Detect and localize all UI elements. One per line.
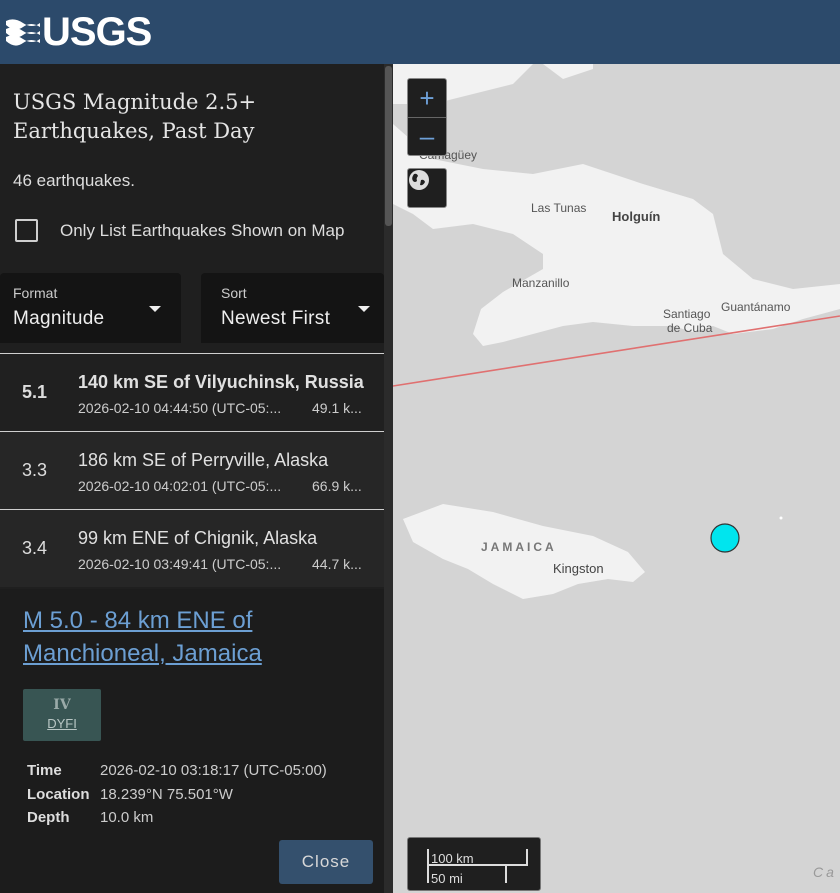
map-label-santiago: Santiago xyxy=(663,307,711,321)
map-label-de-cuba: de Cuba xyxy=(667,321,713,335)
eq-place: 99 km ENE of Chignik, Alaska xyxy=(78,528,318,548)
event-popup: M 5.0 - 84 km ENE of Manchioneal, Jamaic… xyxy=(0,589,384,893)
map-view[interactable]: Camagüey Las Tunas Holguín Manzanillo Sa… xyxy=(393,64,840,893)
only-list-toggle[interactable]: Only List Earthquakes Shown on Map xyxy=(15,219,344,242)
format-select-label: Format xyxy=(13,285,58,301)
eq-magnitude: 5.1 xyxy=(22,382,48,402)
detail-value: 10.0 km xyxy=(100,809,154,827)
eq-depth: 44.7 k... xyxy=(312,556,362,572)
usgs-logo[interactable]: USGS xyxy=(6,10,152,54)
map-land xyxy=(393,64,840,599)
list-item[interactable]: 3.4 99 km ENE of Chignik, Alaska 2026-02… xyxy=(0,509,384,587)
detail-row-location: Location 18.239°N 75.501°W xyxy=(27,783,367,807)
map-label-las-tunas: Las Tunas xyxy=(531,201,587,215)
map-label-kingston: Kingston xyxy=(553,561,604,576)
earthquake-list: 5.1 140 km SE of Vilyuchinsk, Russia 202… xyxy=(0,353,384,587)
scale-mi-label: 50 mi xyxy=(431,871,463,886)
only-list-checkbox[interactable] xyxy=(15,219,38,242)
plate-boundary-line xyxy=(393,315,840,387)
site-header: USGS xyxy=(0,0,840,64)
sort-select-label: Sort xyxy=(221,285,247,301)
eq-time: 2026-02-10 03:49:41 (UTC-05:... xyxy=(78,556,282,572)
detail-key: Depth xyxy=(27,809,70,827)
list-item[interactable]: 5.1 140 km SE of Vilyuchinsk, Russia 202… xyxy=(0,353,384,431)
eq-magnitude: 3.3 xyxy=(22,460,48,480)
map-label-holguin: Holguín xyxy=(612,209,661,224)
scale-km-label: 100 km xyxy=(431,851,474,866)
zoom-out-button[interactable]: – xyxy=(408,117,446,155)
zoom-in-button[interactable]: + xyxy=(408,79,446,117)
page-title: USGS Magnitude 2.5+ Earthquakes, Past Da… xyxy=(13,90,257,143)
eq-time: 2026-02-10 04:02:01 (UTC-05:... xyxy=(78,478,282,494)
globe-icon xyxy=(409,170,429,190)
eq-depth: 66.9 k... xyxy=(312,478,362,494)
detail-key: Time xyxy=(27,762,62,780)
usgs-waves-icon xyxy=(6,19,40,46)
detail-row-depth: Depth 10.0 km xyxy=(27,806,367,830)
detail-value: 18.239°N 75.501°W xyxy=(100,785,233,803)
detail-value: 2026-02-10 03:18:17 (UTC-05:00) xyxy=(100,762,327,780)
detail-row-time: Time 2026-02-10 03:18:17 (UTC-05:00) xyxy=(27,759,367,783)
list-item[interactable]: 3.3 186 km SE of Perryville, Alaska 2026… xyxy=(0,431,384,509)
only-list-label: Only List Earthquakes Shown on Map xyxy=(60,220,345,240)
zoom-control: + – xyxy=(407,78,447,156)
eq-time: 2026-02-10 04:44:50 (UTC-05:... xyxy=(78,400,282,416)
logo-text: USGS xyxy=(42,10,152,54)
chevron-down-icon xyxy=(358,306,370,312)
map-label-sea: Ca xyxy=(813,864,837,880)
eq-magnitude: 3.4 xyxy=(22,538,48,558)
sort-select[interactable]: Sort Newest First xyxy=(201,273,384,343)
sort-select-value: Newest First xyxy=(221,308,331,329)
map-label-jamaica: JAMAICA xyxy=(481,540,557,554)
chevron-down-icon xyxy=(149,306,161,312)
panel-scrollbar-thumb[interactable] xyxy=(385,66,392,226)
eq-place: 140 km SE of Vilyuchinsk, Russia xyxy=(78,372,364,392)
map-scale: 100 km 50 mi xyxy=(407,837,541,891)
dyfi-badge[interactable]: IV DYFI xyxy=(23,689,101,741)
eq-place: 186 km SE of Perryville, Alaska xyxy=(78,450,329,470)
dyfi-label: DYFI xyxy=(47,716,77,731)
map-label-guantanamo: Guantánamo xyxy=(721,300,791,314)
earthquake-marker[interactable] xyxy=(710,523,740,553)
event-title-link[interactable]: M 5.0 - 84 km ENE of Manchioneal, Jamaic… xyxy=(23,604,363,670)
format-select[interactable]: Format Magnitude xyxy=(0,273,181,343)
detail-key: Location xyxy=(27,785,90,803)
eq-depth: 49.1 k... xyxy=(312,400,362,416)
earthquake-count: 46 earthquakes. xyxy=(13,171,135,190)
globe-button[interactable] xyxy=(407,168,447,208)
format-select-value: Magnitude xyxy=(13,308,105,329)
event-details: Time 2026-02-10 03:18:17 (UTC-05:00) Loc… xyxy=(27,759,367,830)
close-button[interactable]: Close xyxy=(279,840,373,884)
map-label-manzanillo: Manzanillo xyxy=(512,276,570,290)
dyfi-intensity: IV xyxy=(53,697,71,713)
